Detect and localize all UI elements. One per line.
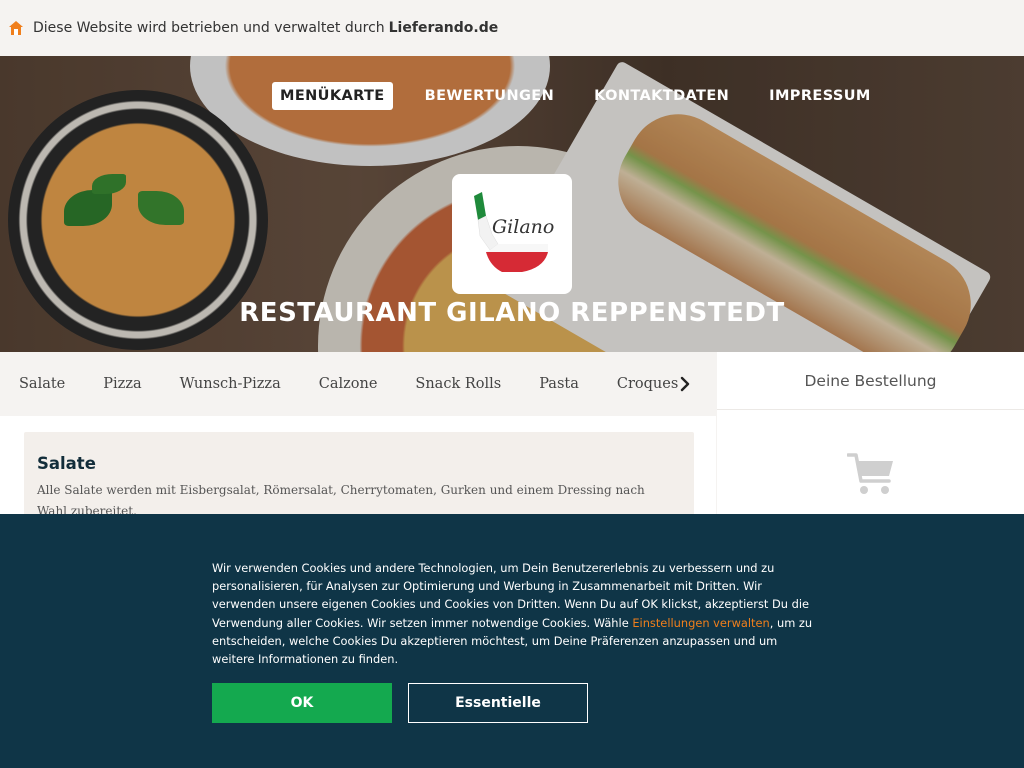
operator-notice-bar: Diese Website wird betrieben und verwalt… <box>0 0 1024 56</box>
category-pizza[interactable]: Pizza <box>103 376 141 392</box>
cookie-consent-banner: Wir verwenden Cookies und andere Technol… <box>0 514 1024 768</box>
cart-icon <box>846 452 895 496</box>
category-salate[interactable]: Salate <box>19 376 65 392</box>
operator-notice-text: Diese Website wird betrieben und verwalt… <box>33 20 385 36</box>
nav-menu[interactable]: MENÜKARTE <box>272 82 393 110</box>
restaurant-name: RESTAURANT GILANO REPPENSTEDT <box>239 298 785 328</box>
nav-imprint[interactable]: IMPRESSUM <box>761 82 879 110</box>
cookie-ok-button[interactable]: OK <box>212 683 392 723</box>
cookie-essential-button[interactable]: Essentielle <box>408 683 588 723</box>
category-bar: Salate Pizza Wunsch-Pizza Calzone Snack … <box>0 352 716 416</box>
restaurant-logo: Gilano <box>452 174 572 294</box>
chevron-right-icon[interactable] <box>676 374 694 394</box>
section-title: Salate <box>37 454 96 473</box>
cookie-consent-text: Wir verwenden Cookies und andere Technol… <box>212 559 818 668</box>
nav-contact[interactable]: KONTAKTDATEN <box>586 82 737 110</box>
nav-reviews[interactable]: BEWERTUNGEN <box>417 82 563 110</box>
category-calzone[interactable]: Calzone <box>319 376 378 392</box>
cookie-settings-link[interactable]: Einstellungen verwalten <box>632 616 769 630</box>
main-navigation: MENÜKARTE BEWERTUNGEN KONTAKTDATEN IMPRE… <box>272 82 879 110</box>
category-croques[interactable]: Croques <box>617 376 678 392</box>
category-snack-rolls[interactable]: Snack Rolls <box>415 376 501 392</box>
home-icon <box>8 20 24 36</box>
logo-wordmark: Gilano <box>492 216 555 238</box>
operator-name-link[interactable]: Lieferando.de <box>389 20 499 36</box>
category-pasta[interactable]: Pasta <box>539 376 579 392</box>
order-title: Deine Bestellung <box>717 352 1024 410</box>
category-wunsch-pizza[interactable]: Wunsch-Pizza <box>180 376 281 392</box>
